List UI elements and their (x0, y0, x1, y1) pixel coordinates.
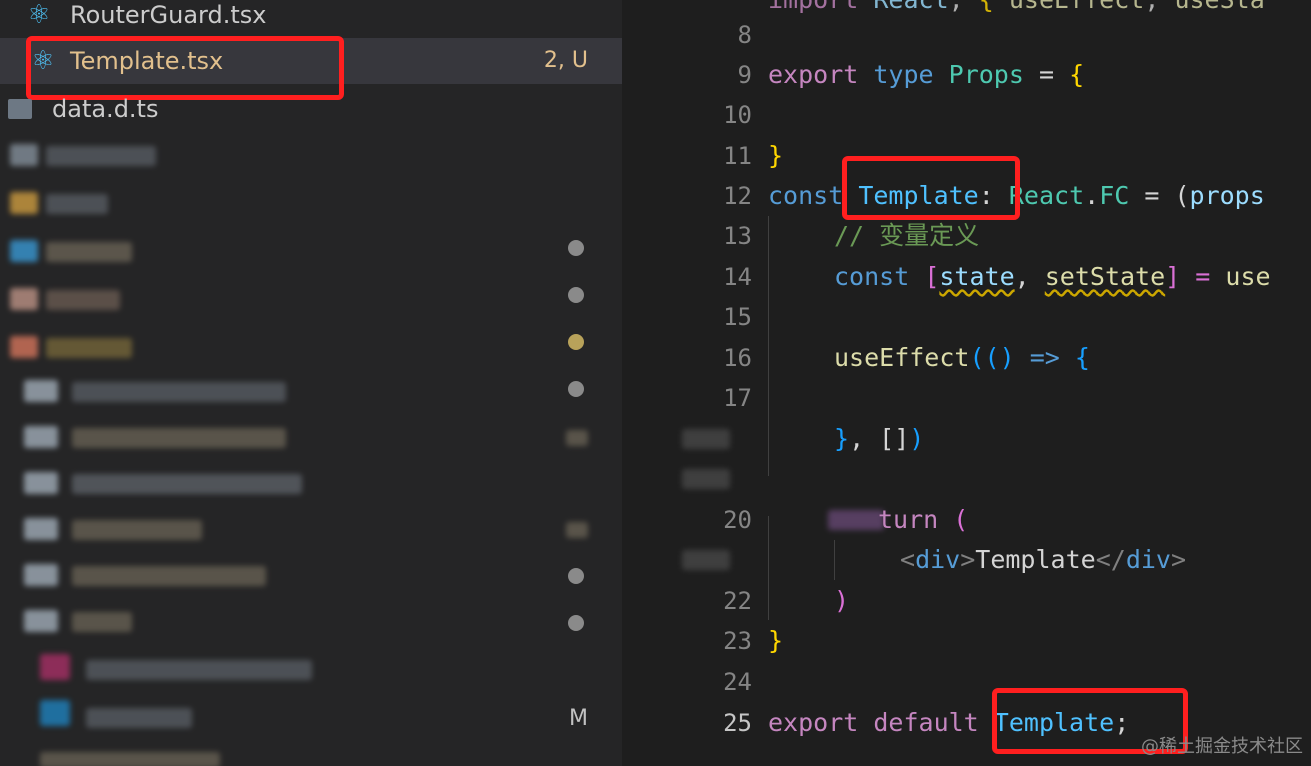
modified-badge: M (569, 706, 588, 731)
git-status-badge: 2, U (543, 48, 588, 73)
code-line-14: 14 const [state, setState] = use (622, 257, 1311, 297)
blurred-line-number (682, 469, 730, 489)
file-icon (8, 99, 32, 119)
line-number: 9 (737, 61, 752, 89)
code-line-17: 17 (622, 378, 1311, 418)
annotation-highlight-box (842, 156, 1020, 220)
file-item-routerguard[interactable]: ⚛ RouterGuard.tsx (0, 0, 622, 38)
line-number: 10 (723, 101, 752, 129)
line-number: 16 (723, 344, 752, 372)
code-line-10: 10 (622, 95, 1311, 135)
code-line-18: }, []) (622, 419, 1311, 459)
line-number: 15 (723, 303, 752, 331)
line-number: 12 (723, 182, 752, 210)
line-number: 25 (723, 709, 752, 737)
code-line-23: 23 } (622, 621, 1311, 661)
code-line-22: 22 ) (622, 581, 1311, 621)
indent-guide (834, 540, 835, 580)
watermark: @稀土掘金技术社区 (1141, 736, 1303, 757)
code-line-19 (622, 459, 1311, 499)
code-line-20: 20 turn ( (622, 500, 1311, 540)
line-number: 17 (723, 384, 752, 412)
line-number: 24 (723, 668, 752, 696)
blurred-keyword (828, 510, 884, 530)
line-number: 13 (723, 222, 752, 250)
code-line-9: 9 export type Props = { (622, 55, 1311, 95)
file-item-data-dts[interactable]: data.d.ts (0, 86, 622, 132)
blurred-line-number (682, 429, 730, 449)
code-line-13: 13 // 变量定义 (622, 216, 1311, 256)
indent-guide (768, 216, 769, 476)
code-editor[interactable]: import React, { useEffect, useSta 8 9 ex… (622, 0, 1311, 766)
line-number: 11 (723, 142, 752, 170)
blurred-line-number (682, 550, 730, 570)
file-name: data.d.ts (52, 95, 159, 123)
code-line-24: 24 (622, 662, 1311, 702)
indent-guide (768, 516, 769, 620)
line-number: 8 (737, 21, 752, 49)
line-number: 22 (723, 587, 752, 615)
line-number: 14 (723, 263, 752, 291)
code-line-16: 16 useEffect(() => { (622, 338, 1311, 378)
line-number: 20 (723, 506, 752, 534)
code-line-21: <div>Template</div> (622, 540, 1311, 580)
code-line-8: 8 (622, 15, 1311, 55)
file-explorer: ⚛ RouterGuard.tsx ⚛ Template.tsx 2, U da… (0, 0, 622, 766)
file-name: RouterGuard.tsx (70, 1, 267, 29)
code-line-15: 15 (622, 297, 1311, 337)
line-number: 23 (723, 627, 752, 655)
react-icon: ⚛ (27, 0, 51, 30)
